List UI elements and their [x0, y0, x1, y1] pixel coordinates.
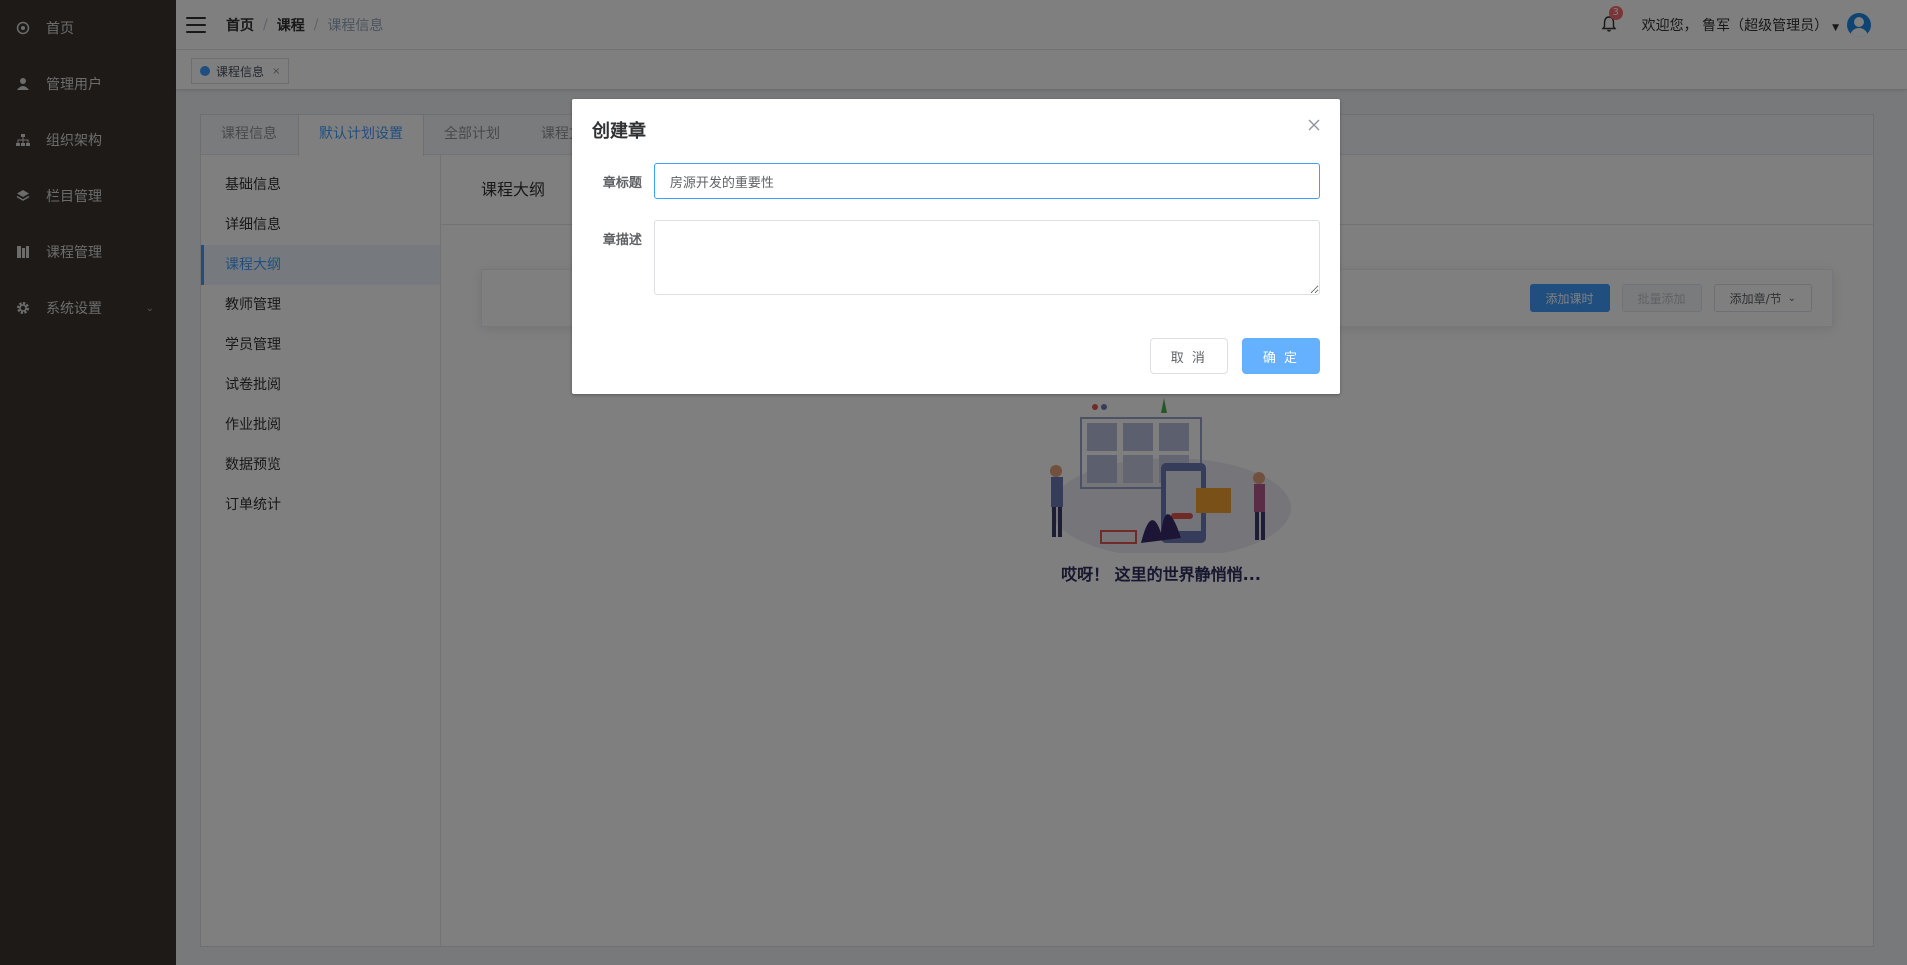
chapter-desc-label: 章描述 [602, 233, 642, 248]
confirm-button[interactable]: 确 定 [1241, 338, 1320, 374]
form-row-desc: 章描述 [592, 220, 1320, 295]
chapter-title-input[interactable] [653, 163, 1320, 199]
dialog-footer: 取 消 确 定 [1136, 338, 1320, 374]
form-row-title: 章标题 [592, 163, 1320, 199]
close-icon[interactable] [1306, 117, 1322, 133]
chapter-desc-textarea[interactable] [653, 220, 1320, 295]
cancel-button[interactable]: 取 消 [1149, 338, 1228, 374]
chapter-title-label: 章标题 [602, 176, 642, 191]
create-chapter-dialog: 创建章 章标题 章描述 取 消 确 定 [572, 99, 1340, 394]
dialog-title: 创建章 [592, 121, 646, 142]
